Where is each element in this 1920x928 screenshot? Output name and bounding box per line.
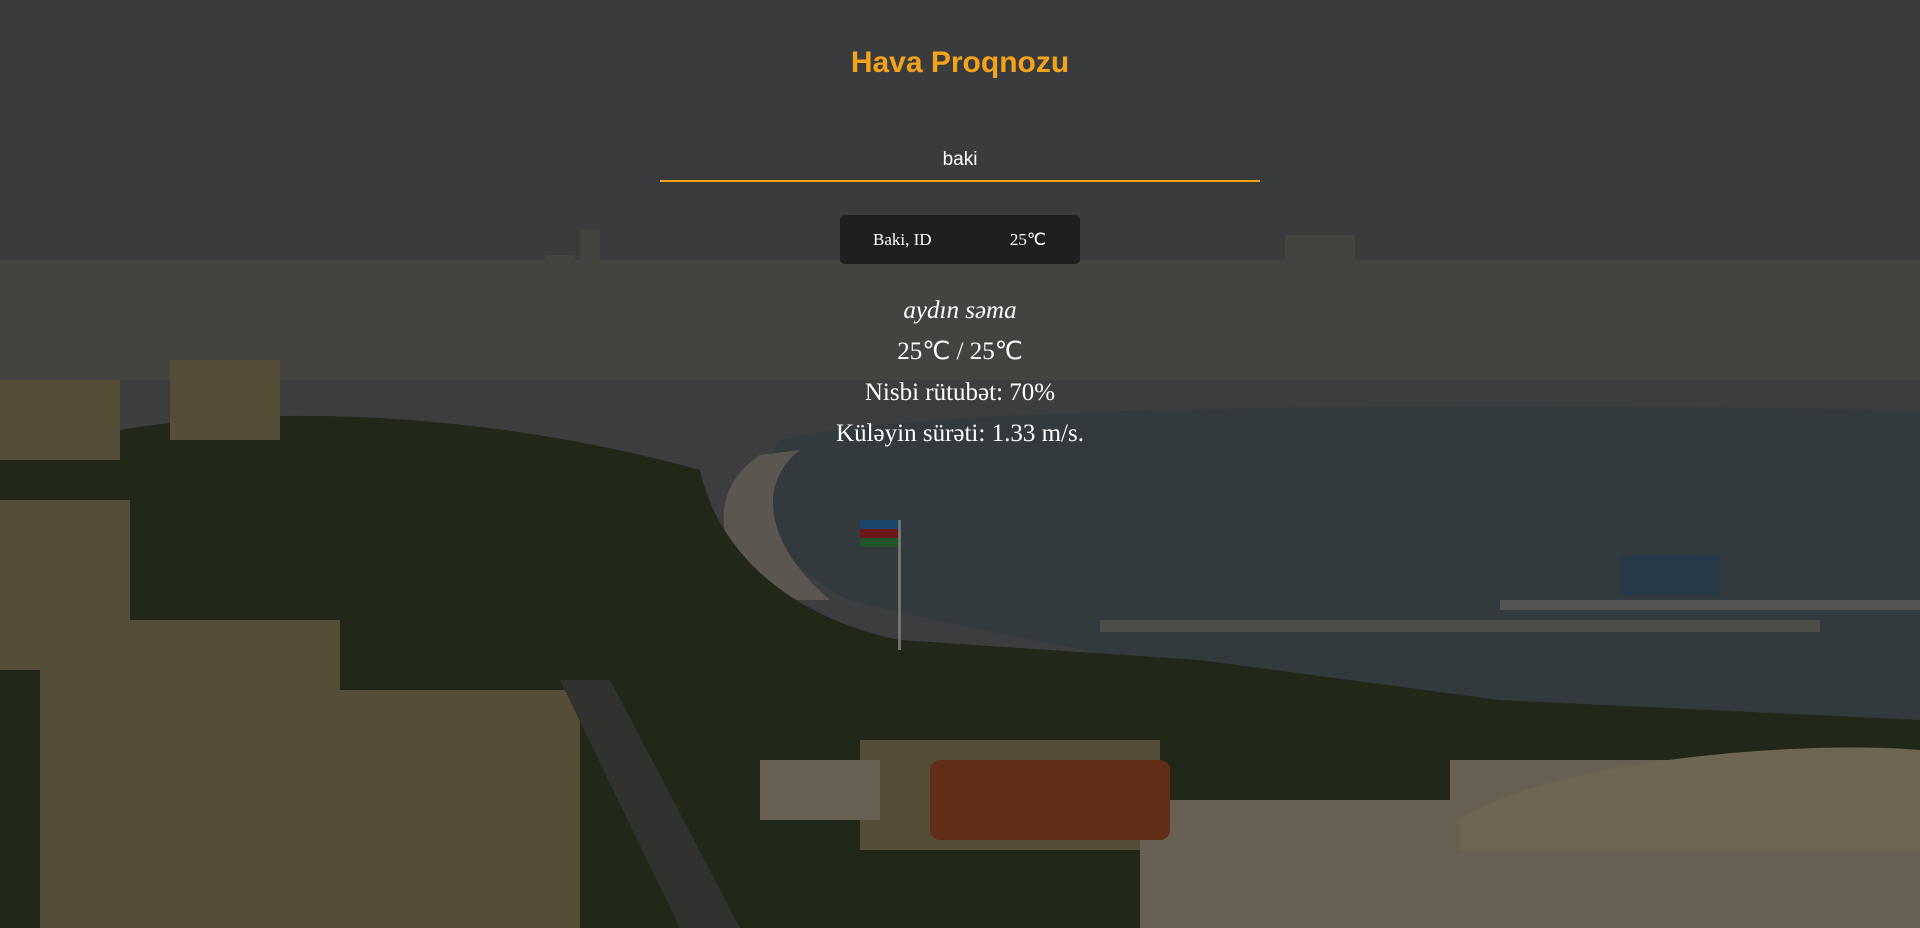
search-container (660, 140, 1260, 184)
result-temperature: 25℃ (1009, 229, 1046, 249)
city-search-input[interactable] (660, 140, 1260, 182)
weather-details: aydın səma 25℃ / 25℃ Nisbi rütubət: 70% … (0, 290, 1920, 454)
temperature-range: 25℃ / 25℃ (897, 338, 1023, 365)
wind-speed-text: Küləyin sürəti: 1.33 m/s. (836, 420, 1084, 447)
result-location: Baki, ID (873, 229, 932, 249)
main-content: Hava Proqnozu Baki, ID 25℃ aydın səma 25… (0, 0, 1920, 928)
search-result-item[interactable]: Baki, ID 25℃ (840, 215, 1080, 264)
weather-app-page: Hava Proqnozu Baki, ID 25℃ aydın səma 25… (0, 0, 1920, 928)
page-title: Hava Proqnozu (850, 46, 1070, 79)
weather-description: aydın səma (903, 297, 1017, 324)
humidity-text: Nisbi rütubət: 70% (864, 379, 1056, 406)
